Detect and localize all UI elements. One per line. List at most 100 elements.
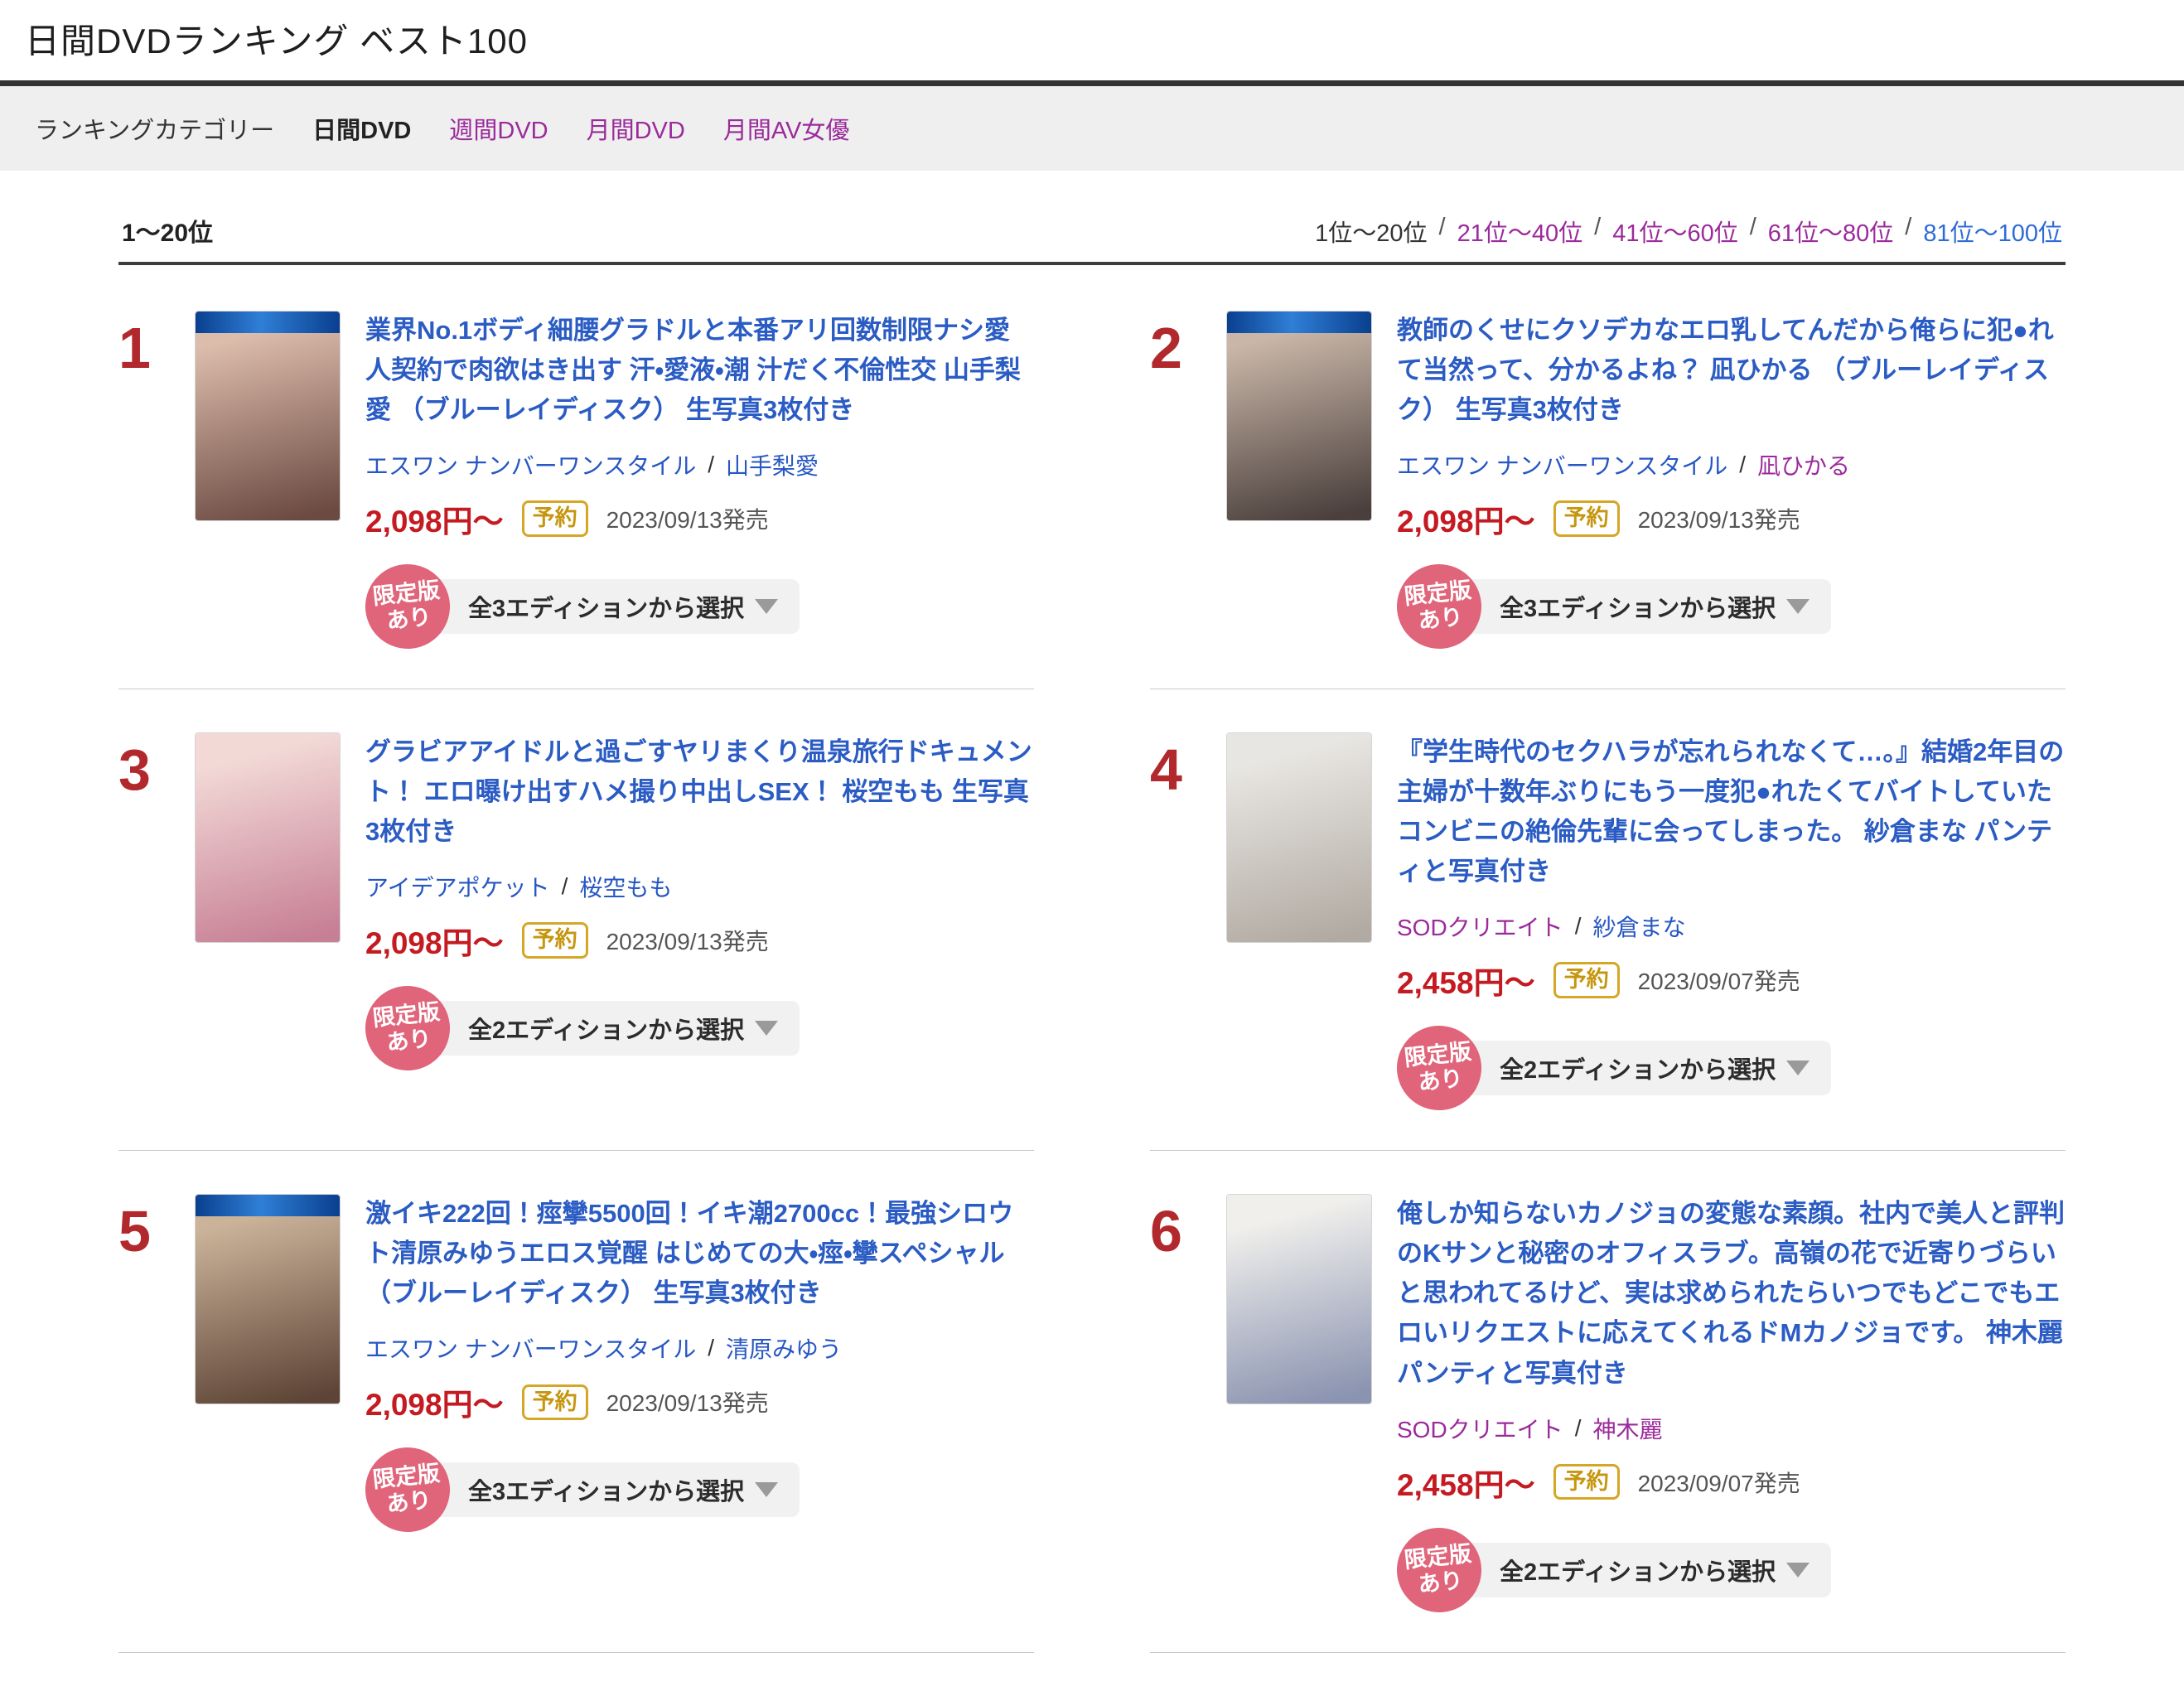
rank-number: 1 — [118, 311, 195, 377]
maker-actress-separator: / — [1739, 452, 1746, 478]
release-date: 2023/09/07発売 — [1638, 964, 1800, 997]
price-row: 2,098円〜 予約 2023/09/13発売 — [1397, 496, 2066, 541]
maker-actress-separator: / — [1575, 913, 1582, 940]
page-link-81-100[interactable]: 81位〜100位 — [1923, 214, 2062, 249]
actress-link[interactable]: 清原みゆう — [726, 1331, 842, 1365]
category-nav-label: ランキングカテゴリー — [35, 111, 274, 146]
edition-select-label: 全3エディションから選択 — [1500, 589, 1776, 624]
cover-art — [1227, 733, 1371, 942]
ranking-category-nav: ランキングカテゴリー 日間DVD 週間DVD 月間DVD 月間AV女優 — [0, 80, 2184, 171]
maker-actress-row: エスワン ナンバーワンスタイル / 山手梨愛 — [365, 448, 1034, 481]
maker-actress-separator: / — [708, 452, 714, 478]
release-date: 2023/09/13発売 — [606, 924, 769, 957]
actress-link[interactable]: 凪ひかる — [1757, 448, 1850, 481]
edition-select-label: 全2エディションから選択 — [1500, 1051, 1776, 1085]
price-row: 2,458円〜 予約 2023/09/07発売 — [1397, 1460, 2066, 1505]
limited-edition-badge: 限定版 あり — [361, 982, 454, 1075]
product-thumbnail[interactable] — [195, 1194, 341, 1404]
product-thumbnail[interactable] — [1226, 732, 1372, 943]
cover-art — [1227, 1195, 1371, 1404]
actress-link[interactable]: 山手梨愛 — [726, 448, 819, 481]
edition-select-dropdown[interactable]: 全2エディションから選択 — [1460, 1543, 1831, 1597]
release-date: 2023/09/13発売 — [606, 1385, 769, 1418]
limited-badge-line1: 限定版 — [371, 1461, 441, 1493]
edition-select-dropdown[interactable]: 全3エディションから選択 — [1460, 579, 1831, 634]
edition-select-dropdown[interactable]: 全2エディションから選択 — [1460, 1041, 1831, 1095]
price-text: 2,098円〜 — [1397, 496, 1535, 541]
product-title-link[interactable]: グラビアアイドルと過ごすヤリまくり温泉旅行ドキュメント！ エロ曝け出すハメ撮り中… — [365, 732, 1034, 852]
limited-badge-line2: あり — [1417, 1568, 1464, 1598]
actress-link[interactable]: 神木麗 — [1592, 1412, 1662, 1445]
maker-link[interactable]: エスワン ナンバーワンスタイル — [365, 448, 696, 481]
ranking-item: 4 『学生時代のセクハラが忘れられなくて…。』結婚2年目の主婦が十数年ぶりにもう… — [1150, 732, 2066, 1151]
rank-number: 6 — [1150, 1194, 1226, 1260]
edition-select-dropdown[interactable]: 全3エディションから選択 — [428, 1462, 800, 1517]
product-title-link[interactable]: 業界No.1ボディ細腰グラドルと本番アリ回数制限ナシ愛人契約で肉欲はき出す 汗・… — [365, 311, 1034, 430]
product-title-link[interactable]: 俺しか知らないカノジョの変態な素顔。社内で美人と評判のKサンと秘密のオフィスラブ… — [1397, 1194, 2066, 1393]
product-thumbnail[interactable] — [1226, 1194, 1372, 1404]
actress-link[interactable]: 紗倉まな — [1592, 910, 1685, 943]
price-text: 2,098円〜 — [365, 1380, 504, 1424]
actress-link[interactable]: 桜空もも — [579, 870, 672, 903]
item-body: グラビアアイドルと過ごすヤリまくり温泉旅行ドキュメント！ エロ曝け出すハメ撮り中… — [365, 732, 1034, 1070]
category-tab-daily-dvd[interactable]: 日間DVD — [312, 111, 411, 146]
item-body: 俺しか知らないカノジョの変態な素顔。社内で美人と評判のKサンと秘密のオフィスラブ… — [1397, 1194, 2066, 1611]
maker-actress-row: エスワン ナンバーワンスタイル / 凪ひかる — [1397, 448, 2066, 481]
edition-select-label: 全2エディションから選択 — [468, 1011, 744, 1046]
category-tab-monthly-dvd[interactable]: 月間DVD — [587, 111, 685, 146]
cover-art — [196, 1195, 340, 1404]
rank-range-label: 1〜20位 — [122, 212, 213, 249]
page-link-41-60[interactable]: 41位〜60位 — [1612, 214, 1738, 249]
edition-row: 限定版 あり 全3エディションから選択 — [365, 564, 1034, 649]
reserve-badge: 予約 — [522, 1384, 588, 1421]
item-body: 教師のくせにクソデカなエロ乳してんだから俺らに犯●れて当然って、分かるよね？ 凪… — [1397, 311, 2066, 649]
edition-row: 限定版 あり 全2エディションから選択 — [1397, 1026, 2066, 1110]
limited-badge-line2: あり — [1417, 1066, 1464, 1097]
product-thumbnail[interactable] — [1226, 311, 1372, 521]
price-text: 2,098円〜 — [365, 496, 504, 541]
release-date: 2023/09/13発売 — [1638, 502, 1800, 535]
reserve-badge: 予約 — [1553, 962, 1620, 998]
edition-select-label: 全2エディションから選択 — [1500, 1553, 1776, 1587]
product-title-link[interactable]: 『学生時代のセクハラが忘れられなくて…。』結婚2年目の主婦が十数年ぶりにもう一度… — [1397, 732, 2066, 891]
product-thumbnail[interactable] — [195, 311, 341, 521]
edition-row: 限定版 あり 全3エディションから選択 — [365, 1447, 1034, 1532]
item-body: 業界No.1ボディ細腰グラドルと本番アリ回数制限ナシ愛人契約で肉欲はき出す 汗・… — [365, 311, 1034, 649]
price-row: 2,098円〜 予約 2023/09/13発売 — [365, 918, 1034, 963]
product-title-link[interactable]: 教師のくせにクソデカなエロ乳してんだから俺らに犯●れて当然って、分かるよね？ 凪… — [1397, 311, 2066, 430]
reserve-badge: 予約 — [1553, 500, 1620, 537]
limited-edition-badge: 限定版 あり — [361, 560, 454, 653]
pagination-separator: / — [1439, 214, 1446, 249]
cover-art — [196, 733, 340, 942]
page-link-61-80[interactable]: 61位〜80位 — [1768, 214, 1894, 249]
edition-select-label: 全3エディションから選択 — [468, 589, 744, 624]
reserve-badge: 予約 — [522, 500, 588, 537]
edition-select-dropdown[interactable]: 全3エディションから選択 — [428, 579, 800, 634]
limited-badge-line1: 限定版 — [1403, 1540, 1472, 1573]
chevron-down-icon — [755, 599, 778, 614]
maker-link[interactable]: エスワン ナンバーワンスタイル — [1397, 448, 1727, 481]
reserve-badge: 予約 — [522, 922, 588, 959]
category-tab-weekly-dvd[interactable]: 週間DVD — [449, 111, 548, 146]
maker-actress-row: エスワン ナンバーワンスタイル / 清原みゆう — [365, 1331, 1034, 1365]
ranking-item: 3 グラビアアイドルと過ごすヤリまくり温泉旅行ドキュメント！ エロ曝け出すハメ撮… — [118, 732, 1034, 1151]
product-thumbnail[interactable] — [195, 732, 341, 943]
rank-number: 2 — [1150, 311, 1226, 377]
pagination-separator: / — [1905, 214, 1911, 249]
chevron-down-icon — [1786, 1563, 1810, 1578]
edition-select-dropdown[interactable]: 全2エディションから選択 — [428, 1001, 800, 1056]
rank-number: 4 — [1150, 732, 1226, 799]
pagination-separator: / — [1750, 214, 1756, 249]
maker-link[interactable]: SODクリエイト — [1397, 910, 1563, 943]
maker-link[interactable]: SODクリエイト — [1397, 1412, 1563, 1445]
category-tab-monthly-av-actress[interactable]: 月間AV女優 — [723, 111, 850, 146]
maker-link[interactable]: エスワン ナンバーワンスタイル — [365, 1331, 696, 1365]
release-date: 2023/09/07発売 — [1638, 1466, 1800, 1499]
limited-badge-line2: あり — [385, 1026, 432, 1056]
maker-link[interactable]: アイデアポケット — [365, 870, 550, 903]
product-title-link[interactable]: 激イキ222回！痙攣5500回！イキ潮2700cc！最強シロウト清原みゆうエロス… — [365, 1194, 1034, 1313]
edition-row: 限定版 あり 全2エディションから選択 — [365, 986, 1034, 1070]
page-link-21-40[interactable]: 21位〜40位 — [1457, 214, 1583, 249]
price-row: 2,458円〜 予約 2023/09/07発売 — [1397, 958, 2066, 1003]
page-header: 日間DVDランキング ベスト100 — [0, 0, 2184, 80]
